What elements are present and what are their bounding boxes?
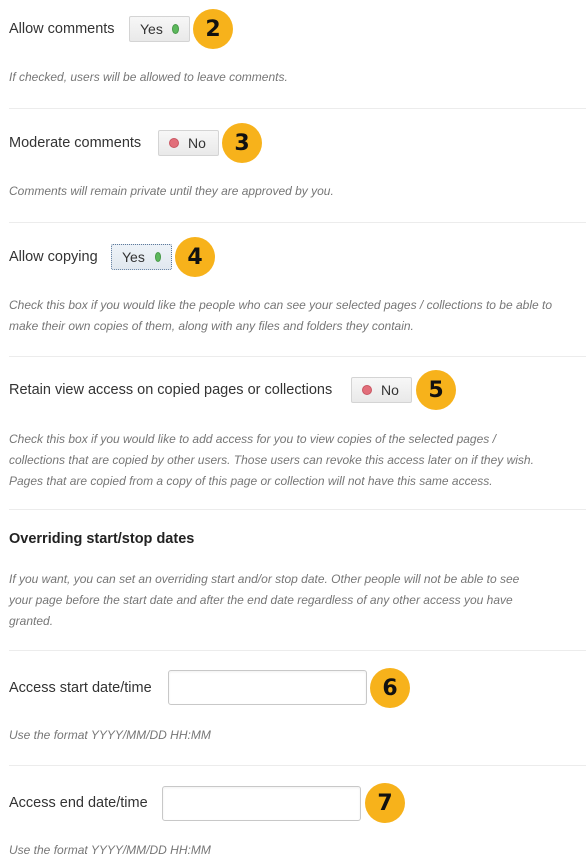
allow-copying-label: Allow copying	[9, 249, 98, 265]
moderate-comments-label: Moderate comments	[9, 135, 142, 151]
overriding-dates-heading: Overriding start/stop dates	[9, 531, 195, 547]
access-start-input[interactable]	[168, 670, 367, 705]
retain-view-access-description: Check this box if you would like to add …	[9, 429, 579, 492]
description-line: make their own copies of them, along wit…	[9, 319, 414, 333]
allow-comments-label: Allow comments	[9, 21, 115, 37]
description-line: Check this box if you would like to add …	[9, 432, 496, 446]
divider	[9, 650, 586, 651]
off-indicator-icon	[362, 385, 372, 395]
divider	[9, 222, 586, 223]
allow-comments-description: If checked, users will be allowed to lea…	[9, 70, 288, 84]
allow-comments-toggle-text: Yes	[140, 21, 163, 37]
on-indicator-icon	[171, 24, 179, 34]
description-line: granted.	[9, 614, 54, 628]
access-start-label: Access start date/time	[9, 680, 152, 696]
description-line: Pages that are copied from a copy of thi…	[9, 474, 493, 488]
divider	[9, 765, 586, 766]
description-line: your page before the start date and afte…	[9, 593, 513, 607]
allow-comments-toggle[interactable]: Yes	[129, 16, 190, 42]
callout-badge-4: 4	[175, 237, 215, 277]
callout-badge-2: 2	[193, 9, 233, 49]
retain-view-access-toggle[interactable]: No	[351, 377, 412, 403]
description-line: collections that are copied by other use…	[9, 453, 534, 467]
allow-copying-description: Check this box if you would like the peo…	[9, 295, 579, 337]
description-line: Check this box if you would like the peo…	[9, 298, 552, 312]
divider	[9, 509, 586, 510]
description-line: If you want, you can set an overriding s…	[9, 572, 520, 586]
access-end-hint: Use the format YYYY/MM/DD HH:MM	[9, 843, 211, 857]
access-end-input[interactable]	[162, 786, 361, 821]
moderate-comments-description: Comments will remain private until they …	[9, 184, 334, 198]
retain-view-access-toggle-text: No	[381, 382, 399, 398]
access-end-label: Access end date/time	[9, 795, 148, 811]
callout-badge-3: 3	[222, 123, 262, 163]
off-indicator-icon	[169, 138, 179, 148]
callout-badge-5: 5	[416, 370, 456, 410]
moderate-comments-toggle[interactable]: No	[158, 130, 219, 156]
allow-copying-toggle[interactable]: Yes	[111, 244, 172, 270]
overriding-dates-description: If you want, you can set an overriding s…	[9, 569, 579, 632]
callout-badge-7: 7	[365, 783, 405, 823]
divider	[9, 356, 586, 357]
allow-copying-toggle-text: Yes	[122, 249, 145, 265]
retain-view-access-label: Retain view access on copied pages or co…	[9, 382, 333, 398]
on-indicator-icon	[154, 252, 161, 262]
callout-badge-6: 6	[370, 668, 410, 708]
moderate-comments-toggle-text: No	[188, 135, 206, 151]
access-start-hint: Use the format YYYY/MM/DD HH:MM	[9, 728, 211, 742]
divider	[9, 108, 586, 109]
